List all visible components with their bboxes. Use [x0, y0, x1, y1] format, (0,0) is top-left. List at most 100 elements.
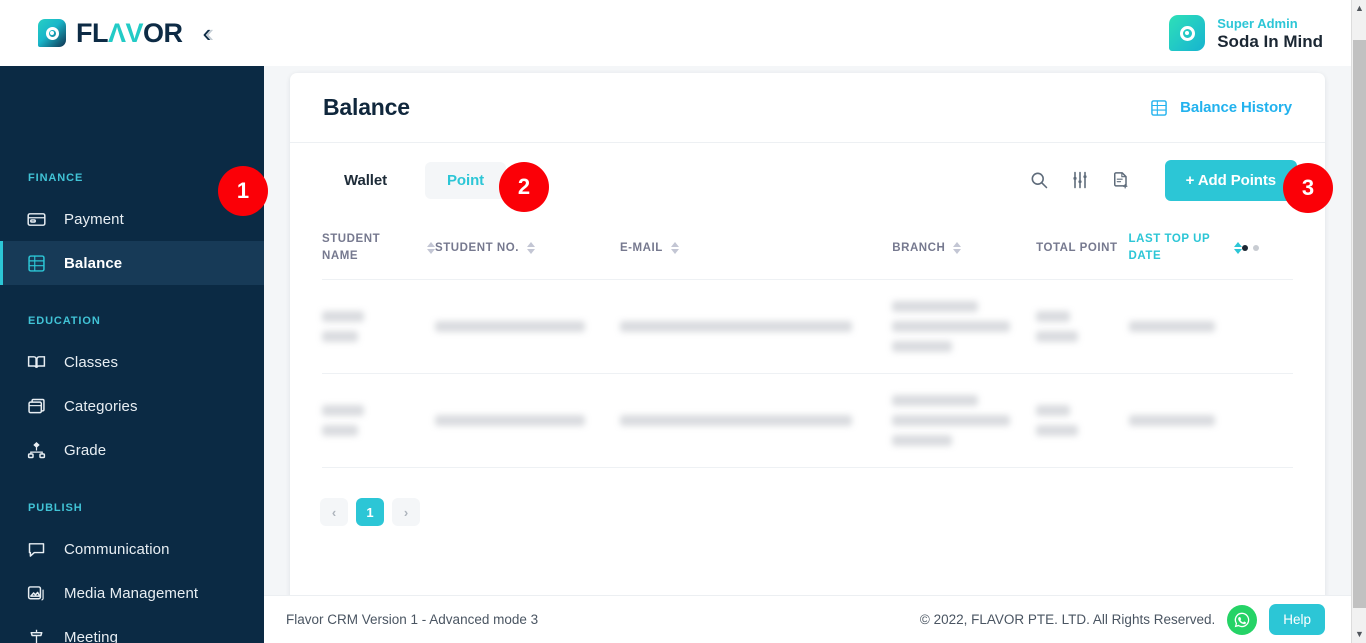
- sidebar-item-classes[interactable]: Classes: [0, 340, 264, 384]
- sidebar-item-label: Meeting: [64, 628, 119, 643]
- pagination-next[interactable]: ›: [392, 498, 420, 526]
- sort-toggle[interactable]: [953, 242, 962, 254]
- footer-copyright: © 2022, FLAVOR PTE. LTD. All Rights Rese…: [919, 612, 1216, 627]
- brand-wordmark: FLΛVOR: [76, 17, 183, 48]
- sidebar-item-label: Communication: [64, 540, 170, 558]
- sidebar-item-balance[interactable]: Balance: [0, 241, 264, 285]
- col-label: STUDENT NAME: [322, 233, 381, 262]
- cell-actions[interactable]: [1241, 373, 1293, 468]
- step-badge-1: 1: [218, 166, 268, 216]
- sidebar-section-education: EDUCATION: [28, 315, 101, 327]
- table-header-row: STUDENT NAME STUDENT NO. E-MAIL BRANCH T…: [322, 217, 1293, 280]
- col-label: BRANCH: [892, 241, 946, 254]
- col-total-point: TOTAL POINT: [1036, 217, 1128, 280]
- main-content: Balance Balance History Wallet Point + A…: [264, 66, 1351, 643]
- col-label: STUDENT NO.: [435, 241, 520, 254]
- credit-card-icon: [27, 212, 46, 226]
- chevron-down-icon[interactable]: ▼: [1352, 626, 1366, 643]
- cell-last-top-up-date: [1128, 279, 1242, 374]
- card-header: Balance Balance History: [290, 73, 1325, 143]
- sidebar-item-label: Classes: [64, 353, 119, 371]
- sidebar-item-label: Balance: [64, 254, 123, 272]
- page-title: Balance: [323, 94, 410, 120]
- brand-logo[interactable]: FLΛVOR: [38, 19, 183, 47]
- brand-word-accent: ΛV: [108, 17, 144, 48]
- search-icon[interactable]: [1029, 170, 1049, 190]
- user-avatar-icon: [1169, 15, 1206, 51]
- table-row[interactable]: [322, 373, 1293, 468]
- scrollbar-thumb[interactable]: [1353, 40, 1366, 608]
- cell-email: [619, 279, 893, 374]
- user-role: Super Admin: [1217, 15, 1298, 31]
- sidebar-item-label: Media Management: [64, 584, 199, 602]
- step-badge-2: 2: [499, 162, 549, 212]
- points-table: STUDENT NAME STUDENT NO. E-MAIL BRANCH T…: [322, 217, 1293, 468]
- table-wrapper: STUDENT NAME STUDENT NO. E-MAIL BRANCH T…: [290, 217, 1325, 468]
- col-label: E-MAIL: [619, 241, 663, 254]
- cell-actions[interactable]: [1241, 279, 1293, 374]
- sidebar-item-categories[interactable]: Categories: [0, 384, 264, 428]
- document-add-icon[interactable]: [1111, 170, 1131, 190]
- col-last-top-up-date[interactable]: LAST TOP UP DATE: [1129, 217, 1242, 280]
- balance-sheet-icon: [28, 254, 45, 272]
- boxes-icon: [28, 398, 45, 413]
- balance-history-link[interactable]: Balance History: [1149, 98, 1292, 118]
- toolbar-actions: + Add Points: [1029, 159, 1297, 201]
- cell-student-name: [322, 279, 436, 374]
- flavor-logo-icon: [38, 19, 66, 47]
- cell-student-name: [322, 373, 436, 468]
- sort-toggle[interactable]: [1233, 242, 1242, 254]
- sidebar-item-grade[interactable]: Grade: [0, 428, 264, 472]
- sort-toggle[interactable]: [527, 242, 536, 254]
- chat-bubble-icon: [28, 542, 45, 557]
- sort-toggle[interactable]: [427, 242, 436, 254]
- col-student-name[interactable]: STUDENT NAME: [322, 217, 436, 280]
- cell-total-point: [1036, 373, 1129, 468]
- sidebar-item-media-management[interactable]: Media Management: [0, 571, 264, 615]
- col-branch[interactable]: BRANCH: [892, 217, 1036, 280]
- pagination-page-1[interactable]: 1: [356, 498, 384, 526]
- col-label: LAST TOP UP DATE: [1128, 233, 1211, 262]
- cell-branch: [892, 373, 1037, 468]
- balance-sheet-icon: [1151, 99, 1167, 116]
- top-bar: FLΛVOR ‹ ‹ Super Admin Soda In Mind: [0, 0, 1351, 66]
- step-badge-3: 3: [1283, 163, 1333, 213]
- podium-icon: [30, 629, 43, 643]
- more-dots-icon[interactable]: [1241, 245, 1293, 251]
- pagination: ‹ 1 ›: [290, 468, 1325, 526]
- sidebar-item-communication[interactable]: Communication: [0, 527, 264, 571]
- sidebar-item-label: Grade: [64, 441, 107, 459]
- brand-word-suffix: OR: [143, 17, 183, 48]
- filter-sliders-icon[interactable]: [1070, 170, 1090, 190]
- col-email[interactable]: E-MAIL: [620, 217, 892, 280]
- pagination-prev[interactable]: ‹: [320, 498, 348, 526]
- sidebar-item-meeting[interactable]: Meeting: [0, 615, 264, 643]
- sort-toggle[interactable]: [670, 242, 679, 254]
- col-actions[interactable]: [1241, 217, 1293, 280]
- sidebar-item-label: Categories: [64, 397, 138, 415]
- user-menu[interactable]: Super Admin Soda In Mind: [1169, 15, 1323, 52]
- app-root: FLΛVOR ‹ ‹ Super Admin Soda In Mind FINAN…: [0, 0, 1366, 643]
- col-student-no[interactable]: STUDENT NO.: [435, 217, 620, 280]
- chevron-up-icon[interactable]: ▲: [1352, 0, 1366, 17]
- footer-version: Flavor CRM Version 1 - Advanced mode 3: [286, 612, 539, 627]
- help-button[interactable]: Help: [1269, 604, 1325, 635]
- tab-wallet[interactable]: Wallet: [322, 162, 409, 199]
- cell-last-top-up-date: [1128, 373, 1242, 468]
- cell-branch: [892, 279, 1037, 374]
- table-row[interactable]: [322, 279, 1293, 374]
- tab-point[interactable]: Point: [425, 161, 507, 199]
- cell-total-point: [1036, 279, 1129, 374]
- balance-history-label: Balance History: [1180, 99, 1292, 116]
- double-chevron-left-icon[interactable]: ‹ ‹: [203, 20, 214, 46]
- col-label: TOTAL POINT: [1036, 241, 1118, 254]
- sidebar-section-publish: PUBLISH: [28, 502, 83, 514]
- add-points-button[interactable]: + Add Points: [1164, 159, 1297, 201]
- balance-card: Balance Balance History Wallet Point + A…: [290, 73, 1325, 643]
- browser-scrollbar[interactable]: ▲ ▼: [1351, 0, 1366, 643]
- footer-right: © 2022, FLAVOR PTE. LTD. All Rights Rese…: [920, 604, 1325, 635]
- brand-word-prefix: FL: [76, 17, 109, 48]
- sidebar: FINANCE EDUCATION PUBLISH WORKFORCE Paym…: [0, 66, 264, 643]
- whatsapp-icon[interactable]: [1227, 604, 1258, 635]
- table-toolbar: Wallet Point + Add Points: [290, 143, 1325, 217]
